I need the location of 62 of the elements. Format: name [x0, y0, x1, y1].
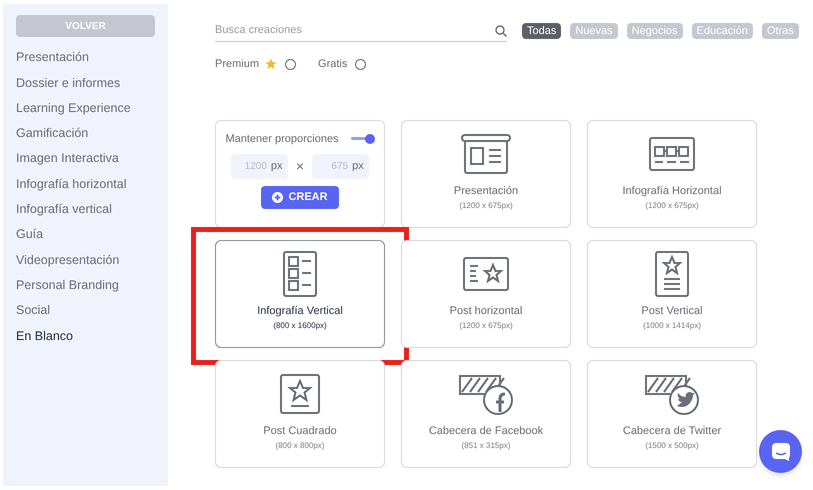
template-title: Infografía Vertical [257, 304, 343, 319]
infographic-icon [649, 136, 695, 171]
template-size: (851 x 315px) [462, 440, 510, 452]
sidebar-item[interactable]: Infografía vertical [16, 196, 155, 222]
post-icon [463, 256, 509, 291]
unit-label: px [270, 159, 283, 174]
height-field[interactable]: 675 px [312, 154, 370, 179]
sidebar-item[interactable]: Guía [16, 222, 155, 248]
sidebar-item[interactable]: Imagen Interactiva [16, 146, 155, 172]
sidebar-item[interactable]: Infografía horizontal [16, 171, 155, 197]
template-title: Cabecera de Twitter [622, 424, 722, 439]
post-icon [280, 374, 320, 414]
template-size: (1200 x 675px) [459, 200, 513, 212]
toggle-switch[interactable] [350, 134, 375, 144]
radio-button[interactable] [355, 58, 366, 70]
chat-button[interactable] [759, 430, 802, 473]
sidebar-item[interactable]: Dossier e informes [16, 70, 155, 96]
sidebar-item[interactable]: Social [16, 298, 155, 324]
sidebar-item[interactable]: Gamificación [16, 120, 155, 146]
template-card[interactable]: Cabecera de Facebook (851 x 315px) [401, 360, 571, 468]
template-title: Post Cuadrado [263, 424, 337, 439]
presentation-icon [461, 134, 511, 174]
template-title: Post horizontal [450, 304, 522, 319]
template-card[interactable]: Cabecera de Twitter (1500 x 500px) [587, 360, 757, 468]
template-size: (1200 x 675px) [459, 320, 513, 332]
unit-label: px [352, 159, 364, 174]
template-title: Presentación [454, 184, 518, 199]
plus-circle-icon [272, 192, 284, 203]
template-card[interactable]: Post Vertical (1000 x 1414px) [587, 240, 757, 348]
template-title: Cabecera de Facebook [428, 424, 544, 439]
template-card[interactable]: Post Cuadrado (800 x 800px) [215, 360, 385, 468]
template-size: (800 x 1600px) [273, 320, 327, 332]
radio-button[interactable] [285, 58, 296, 70]
template-size: (1200 x 675px) [645, 200, 699, 212]
sidebar-item[interactable]: Personal Branding [16, 272, 155, 298]
sidebar-item[interactable]: Learning Experience [16, 96, 155, 121]
create-button[interactable]: CREAR [261, 186, 339, 209]
sidebar-item[interactable]: Videopresentación [16, 247, 155, 273]
search-icon [495, 24, 507, 36]
template-size: (1500 x 500px) [645, 440, 699, 452]
template-card[interactable]: Infografía Horizontal (1200 x 675px) [587, 120, 757, 228]
template-card[interactable]: Post horizontal (1200 x 675px) [401, 240, 571, 348]
template-size: (800 x 800px) [276, 440, 324, 452]
toggle-label: Mantener proporciones [225, 132, 339, 146]
template-title: Infografía Horizontal [622, 184, 722, 199]
filter-tag[interactable]: Todas [522, 23, 562, 39]
post-icon [655, 250, 689, 297]
infographic-icon [283, 250, 317, 297]
template-card[interactable]: Infografía Vertical (800 x 1600px) [215, 240, 385, 348]
times-sign: × [296, 157, 304, 176]
search-field[interactable]: Busca creaciones [215, 22, 495, 39]
sidebar-item[interactable]: Presentación [16, 45, 155, 70]
chat-icon [770, 442, 790, 462]
template-size: (1000 x 1414px) [643, 320, 701, 332]
filter-label: Premium [215, 57, 260, 72]
filter-label: Gratis [318, 57, 348, 72]
template-title: Post Vertical [641, 304, 703, 319]
sidebar-item[interactable]: En Blanco [16, 323, 155, 349]
width-input[interactable]: 1200 [236, 159, 267, 174]
width-field[interactable]: 1200 px [230, 154, 288, 179]
template-card[interactable]: Presentación (1200 x 675px) [401, 120, 571, 228]
height-input[interactable]: 675 [318, 159, 348, 174]
